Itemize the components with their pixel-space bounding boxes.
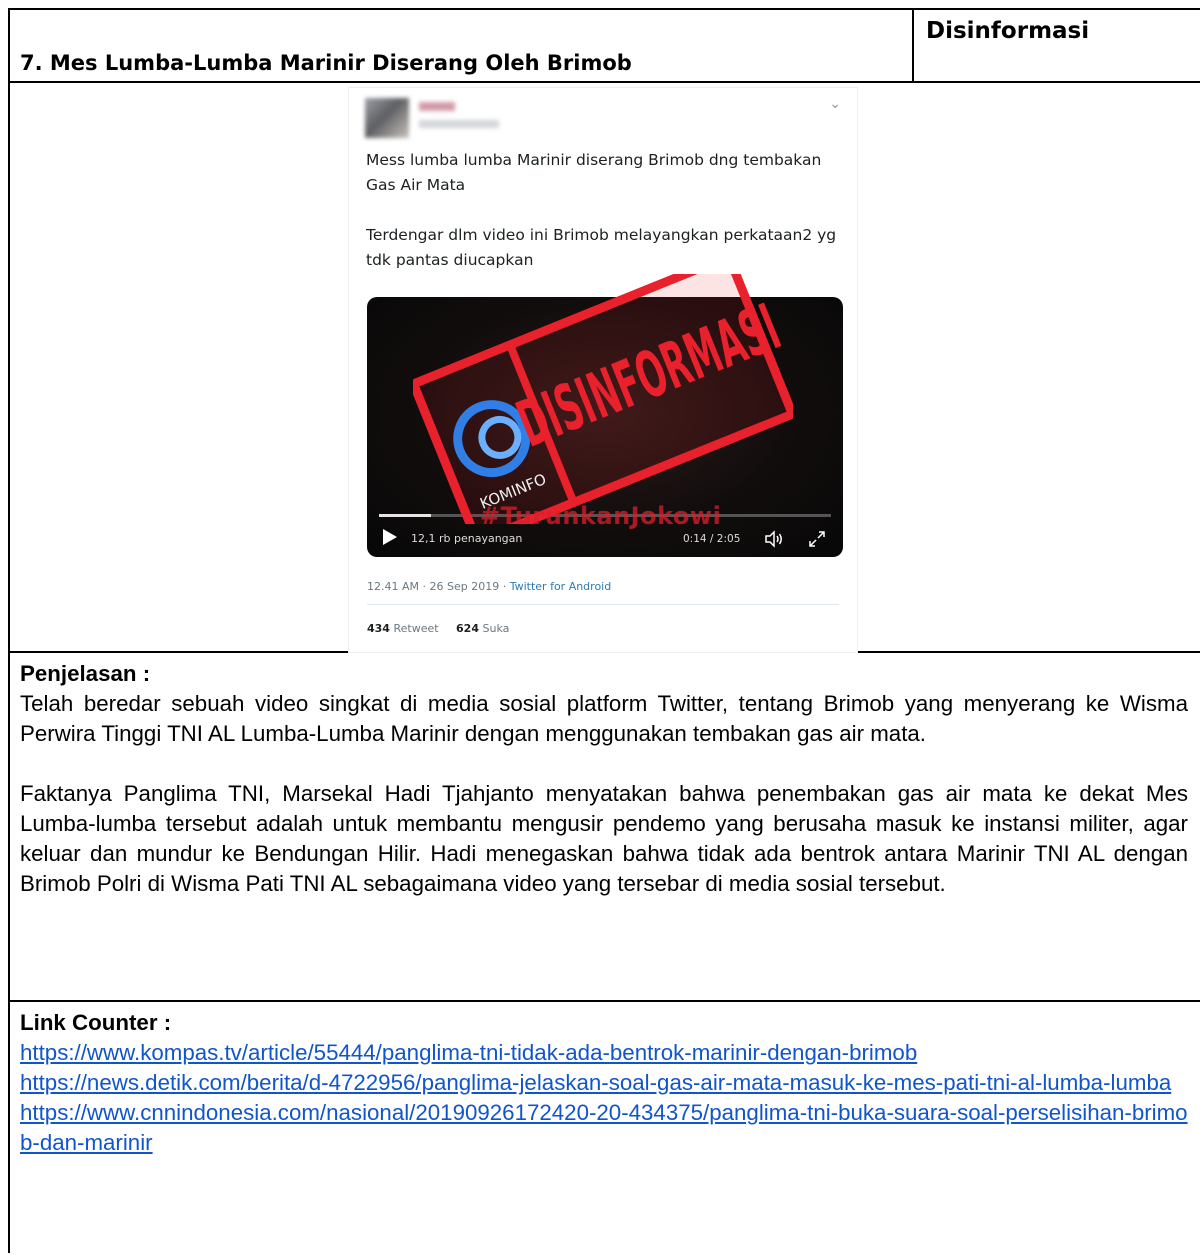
divider: [367, 604, 839, 605]
tweet-meta: 12.41 AM · 26 Sep 2019 · Twitter for And…: [367, 580, 611, 593]
chevron-down-icon[interactable]: ⌄: [829, 96, 841, 112]
title-row: 7. Mes Lumba-Lumba Marinir Diserang Oleh…: [10, 10, 1200, 83]
tweet-source[interactable]: Twitter for Android: [510, 580, 612, 593]
video-progress-fill: [379, 514, 431, 517]
explanation-heading: Penjelasan :: [20, 661, 151, 686]
like-count: 624: [456, 622, 479, 635]
tweet-text-line-1: Mess lumba lumba Marinir diserang Brimob…: [366, 151, 822, 194]
explanation-row: Penjelasan : Telah beredar sebuah video …: [10, 653, 1200, 1002]
tweet-text: Mess lumba lumba Marinir diserang Brimob…: [366, 148, 846, 298]
tweet-text-line-2: Terdengar dlm video ini Brimob melayangk…: [366, 226, 837, 269]
explanation-paragraph-1: Telah beredar sebuah video singkat di me…: [20, 691, 1188, 746]
status-label: Disinformasi: [926, 18, 1090, 44]
blurred-username: [419, 102, 455, 111]
tweet-datetime: 12.41 AM · 26 Sep 2019 ·: [367, 580, 510, 593]
explanation-cell: Penjelasan : Telah beredar sebuah video …: [20, 659, 1188, 899]
hoax-title: 7. Mes Lumba-Lumba Marinir Diserang Oleh…: [20, 51, 632, 75]
retweet-label[interactable]: Retweet: [393, 622, 438, 635]
counter-link-1[interactable]: https://www.kompas.tv/article/55444/pang…: [20, 1038, 1188, 1068]
tweet-stats: 434 Retweet 624 Suka: [367, 622, 509, 635]
counter-link-3[interactable]: https://www.cnnindonesia.com/nasional/20…: [20, 1098, 1188, 1158]
links-heading: Link Counter :: [20, 1010, 172, 1035]
fullscreen-icon[interactable]: [807, 529, 827, 549]
video-timecode: 0:14 / 2:05: [683, 533, 741, 545]
volume-icon[interactable]: [763, 529, 785, 549]
blurred-handle: [419, 120, 499, 128]
evidence-row: ⌄ Mess lumba lumba Marinir diserang Brim…: [10, 83, 1200, 653]
links-row: Link Counter : https://www.kompas.tv/art…: [10, 1002, 1200, 1255]
status-cell: Disinformasi: [914, 10, 1200, 81]
hashtag-overlay: #TurunkanJokowi: [480, 502, 722, 530]
links-cell: Link Counter : https://www.kompas.tv/art…: [20, 1008, 1188, 1158]
retweet-count: 434: [367, 622, 390, 635]
tweet-screenshot: ⌄ Mess lumba lumba Marinir diserang Brim…: [348, 87, 858, 653]
view-count: 12,1 rb penayangan: [411, 532, 523, 545]
explanation-paragraph-2: Faktanya Panglima TNI, Marsekal Hadi Tja…: [20, 781, 1188, 896]
counter-link-2[interactable]: https://news.detik.com/berita/d-4722956/…: [20, 1068, 1188, 1098]
like-label[interactable]: Suka: [483, 622, 510, 635]
play-icon[interactable]: [381, 527, 399, 547]
avatar: [365, 98, 409, 138]
document-table: 7. Mes Lumba-Lumba Marinir Diserang Oleh…: [8, 8, 1200, 1253]
title-cell: 7. Mes Lumba-Lumba Marinir Diserang Oleh…: [10, 10, 914, 81]
